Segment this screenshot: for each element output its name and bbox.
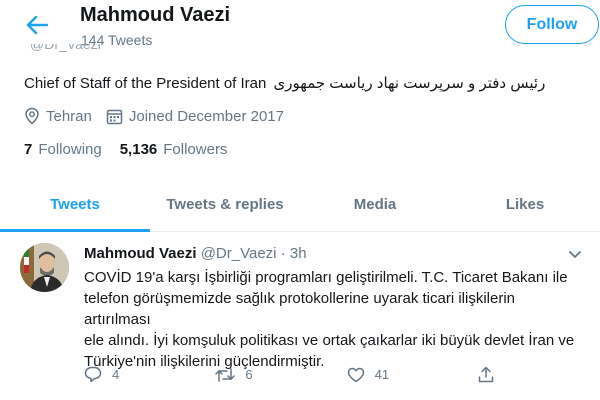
share-button[interactable] xyxy=(478,366,504,383)
tweet-separator: · xyxy=(280,245,286,262)
tab-likes[interactable]: Likes xyxy=(450,178,600,231)
reply-button[interactable]: 4 xyxy=(84,366,215,383)
retweet-count: 6 xyxy=(245,367,253,382)
profile-name-title: Mahmoud Vaezi xyxy=(80,4,231,26)
heart-icon xyxy=(347,367,364,382)
tweet-text: COVİD 19'a karşı İşbirliği programları g… xyxy=(84,267,584,372)
reply-bubble-icon xyxy=(84,366,102,383)
follow-button[interactable]: Follow xyxy=(505,5,599,44)
tweet-author[interactable]: Mahmoud Vaezi xyxy=(84,245,197,262)
tab-media[interactable]: Media xyxy=(300,178,450,231)
avatar[interactable] xyxy=(20,243,69,292)
profile-tabs: Tweets Tweets & replies Media Likes xyxy=(0,178,600,232)
followers-link[interactable]: 5,136 Followers xyxy=(120,141,228,158)
tweet-actions: 4 6 41 xyxy=(84,366,504,383)
retweet-icon xyxy=(215,367,236,382)
follow-stats: 7 Following 5,136 Followers xyxy=(24,141,245,158)
bio-persian: رئیس دفتر و سرپرست نهاد ریاست جمهوری xyxy=(273,75,546,92)
profile-handle: @Dr_Vaezi xyxy=(30,44,101,52)
tweet-header: Mahmoud Vaezi @Dr_Vaezi · 3h xyxy=(84,245,307,262)
tab-tweets-and-replies[interactable]: Tweets & replies xyxy=(150,178,300,231)
following-count: 7 xyxy=(24,141,33,158)
tweet-text-line: telefon görüşmemizde sağlık protokolleri… xyxy=(84,290,516,328)
followers-count: 5,136 xyxy=(119,141,158,158)
tweet-handle[interactable]: @Dr_Vaezi xyxy=(201,245,277,262)
back-arrow-icon[interactable] xyxy=(20,10,54,40)
profile-meta: Tehran Joined December 2017 xyxy=(24,107,298,125)
following-link[interactable]: 7 Following xyxy=(24,141,102,158)
joined-text: Joined December 2017 xyxy=(128,107,284,125)
tweet-time[interactable]: 3h xyxy=(290,245,307,262)
profile-header-bar: Mahmoud Vaezi 144 Tweets Follow xyxy=(0,0,600,50)
location-pin-icon xyxy=(25,107,39,125)
share-icon xyxy=(478,366,494,383)
reply-count: 4 xyxy=(112,367,120,382)
tweet-text-line: ele alındı. İyi komşuluk politikası ve o… xyxy=(84,332,575,349)
tweet-item[interactable]: Mahmoud Vaezi @Dr_Vaezi · 3h COVİD 19'a … xyxy=(0,233,600,400)
retweet-button[interactable]: 6 xyxy=(215,367,346,383)
profile-bio: Chief of Staff of the President of Iran … xyxy=(24,74,545,92)
followers-label: Followers xyxy=(163,141,228,158)
tweet-text-line: COVİD 19'a karşı İşbirliği programları g… xyxy=(84,269,568,286)
tab-tweets[interactable]: Tweets xyxy=(0,178,150,232)
like-count: 41 xyxy=(374,367,390,382)
like-button[interactable]: 41 xyxy=(347,367,478,383)
profile-location: Tehran xyxy=(24,107,92,125)
calendar-icon xyxy=(106,109,123,124)
location-text: Tehran xyxy=(46,107,92,125)
following-label: Following xyxy=(38,141,102,158)
bio-english: Chief of Staff of the President of Iran xyxy=(24,75,267,92)
profile-joined: Joined December 2017 xyxy=(106,108,284,125)
chevron-down-icon[interactable] xyxy=(568,247,582,265)
